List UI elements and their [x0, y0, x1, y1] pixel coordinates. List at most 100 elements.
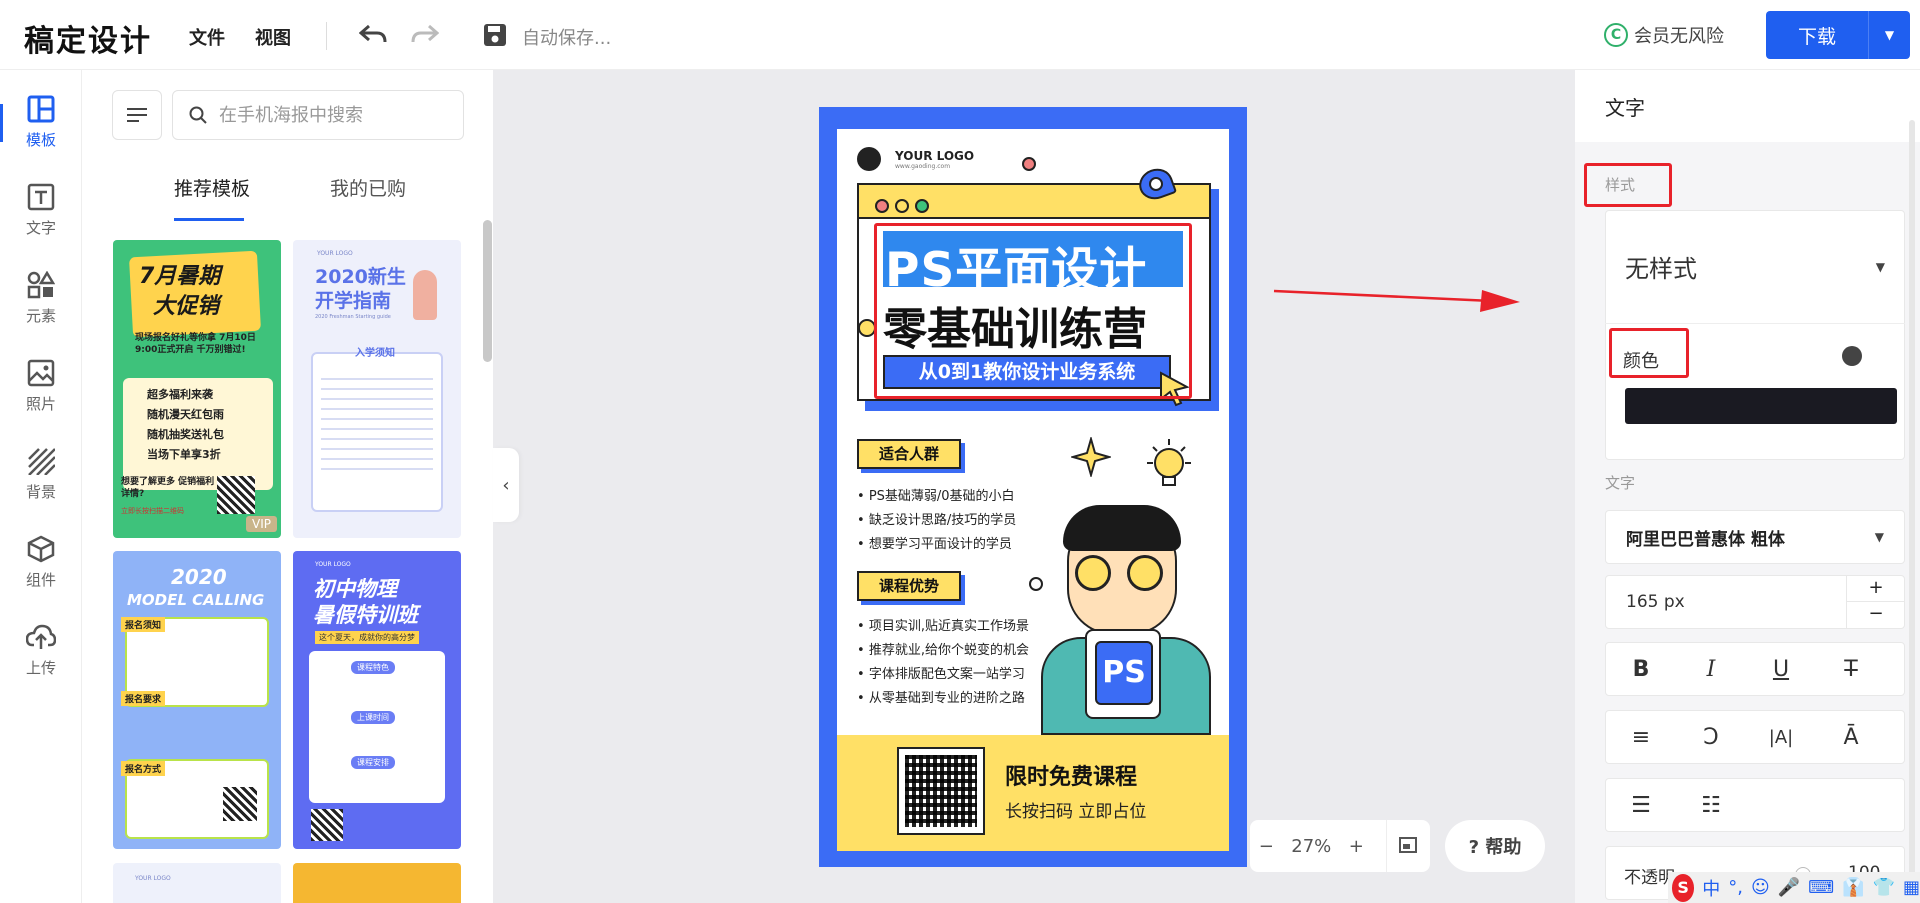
template-icon [27, 95, 55, 122]
list-item: • 缺乏设计思路/技巧的学员 [857, 513, 1017, 528]
font-size-field[interactable]: 165 px + − [1605, 575, 1905, 629]
tab-recommended[interactable]: 推荐模板 [174, 174, 250, 201]
download-button[interactable]: 下载 ▼ [1766, 11, 1910, 59]
nav-template[interactable]: 模板 [0, 86, 82, 158]
thumb-cta2: 立即长按扫描二维码 [121, 507, 184, 515]
bold-button[interactable]: B [1606, 657, 1676, 682]
line-height-icon[interactable]: Ↄ [1676, 725, 1746, 750]
template-thumb-physics-class[interactable]: YOUR LOGO 初中物理 暑假特训班 这个夏天，成就你的高分梦 课程特色 上… [293, 551, 461, 849]
vip-label: 会员无风险 [1634, 26, 1724, 47]
grid-icon[interactable]: ▦ [1903, 877, 1920, 898]
poster[interactable]: YOUR LOGO www.gaoding.com PS平面设计 零基础训练营 … [819, 107, 1247, 867]
nav-text[interactable]: 文字 [0, 174, 82, 246]
numbered-list-icon[interactable]: ☷ [1676, 793, 1746, 818]
template-scrollbar[interactable] [483, 220, 492, 362]
app-logo[interactable]: 稿定设计 [24, 16, 152, 60]
text-icon [27, 183, 55, 210]
size-decrease-button[interactable]: − [1846, 602, 1905, 628]
thumb-sec: 课程安排 [351, 756, 395, 769]
chevron-down-icon: ▼ [1874, 530, 1884, 544]
zoom-in-button[interactable]: + [1349, 836, 1364, 857]
strikethrough-button[interactable]: T [1816, 657, 1886, 682]
template-thumb-6[interactable] [293, 863, 461, 903]
qr-code [905, 755, 977, 827]
menu-file[interactable]: 文件 [189, 24, 225, 50]
nav-label: 背景 [25, 482, 56, 501]
suitable-list[interactable]: • PS基础薄弱/0基础的小白 • 缺乏设计思路/技巧的学员 • 想要学习平面设… [857, 485, 1016, 557]
nav-upload[interactable]: 上传 [0, 614, 82, 686]
deco-eye [1149, 177, 1163, 191]
font-select[interactable]: 阿里巴巴普惠体 粗体 ▼ [1605, 510, 1905, 564]
collapse-panel-button[interactable]: ‹ [493, 448, 519, 522]
top-bar: 稿定设计 文件 视图 自动保存... C 会员无风险 下载 ▼ [0, 0, 1920, 70]
style-select[interactable]: 无样式 ▼ [1605, 210, 1905, 324]
save-icon[interactable] [480, 20, 510, 50]
template-panel: 推荐模板 我的已购 7月暑期 大促销 现场报名好礼等你拿 7月10日9:00正式… [82, 70, 493, 903]
nav-component[interactable]: 组件 [0, 526, 82, 598]
text-align-toolbar: ≡ Ↄ |A| Ā [1605, 710, 1905, 764]
fit-screen-button[interactable] [1386, 820, 1430, 872]
template-thumb-model-calling[interactable]: 2020 MODEL CALLING 报名须知 报名要求 报名方式 [113, 551, 281, 849]
tab-purchased[interactable]: 我的已购 [330, 174, 406, 201]
text-layout-icon[interactable]: Ā [1816, 725, 1886, 750]
search-input[interactable] [219, 104, 449, 126]
zoom-out-button[interactable]: − [1259, 836, 1274, 857]
menu-icon [127, 108, 147, 122]
poster-qr[interactable] [897, 747, 985, 835]
poster-footer [837, 735, 1229, 851]
ime-punct[interactable]: °, [1728, 877, 1743, 898]
panel-title: 文字 [1575, 70, 1920, 142]
autosave-status: 自动保存... [522, 28, 612, 49]
thumb-title: 2020新生 [315, 266, 406, 288]
template-thumb-5[interactable]: YOUR LOGO [113, 863, 281, 903]
text-label: 文字 [1605, 474, 1636, 492]
character-glasses [1127, 555, 1163, 591]
ime-mode[interactable]: 中 [1702, 875, 1720, 901]
thumb-label: 报名须知 [121, 617, 166, 632]
letter-spacing-icon[interactable]: |A| [1746, 727, 1816, 748]
palette-icon[interactable] [1842, 346, 1862, 366]
section-advantage[interactable]: 课程优势 [857, 571, 961, 601]
list-item: • 从零基础到专业的进阶之路 [857, 691, 1025, 706]
vip-guarantee[interactable]: C 会员无风险 [1604, 22, 1724, 48]
section-suitable[interactable]: 适合人群 [857, 439, 961, 469]
zoom-level: 27% [1291, 835, 1332, 857]
keyboard-icon[interactable]: ⌨ [1808, 877, 1834, 898]
filter-menu-button[interactable] [112, 90, 162, 140]
nav-label: 照片 [25, 394, 56, 413]
skin-icon[interactable]: 👔 [1842, 877, 1864, 898]
nav-photo[interactable]: 照片 [0, 350, 82, 422]
redo-icon[interactable] [408, 20, 442, 50]
thumb-title: 2020 [171, 565, 227, 589]
template-thumb-summer-sale[interactable]: 7月暑期 大促销 现场报名好礼等你拿 7月10日9:00正式开启 千万别错过! … [113, 240, 281, 538]
color-swatch[interactable] [1625, 388, 1897, 424]
align-center-icon[interactable]: ≡ [1606, 725, 1676, 750]
bullet-list-icon[interactable]: ☰ [1606, 793, 1676, 818]
poster-free-course[interactable]: 限时免费课程 [1005, 759, 1137, 791]
character-glasses [1075, 555, 1111, 591]
poster-scan-tip[interactable]: 长按扫码 立即占位 [1005, 797, 1146, 822]
menu-view[interactable]: 视图 [255, 24, 291, 50]
size-increase-button[interactable]: + [1846, 576, 1905, 602]
list-toolbar: ☰ ☷ [1605, 778, 1905, 832]
thumb-label: 报名要求 [121, 691, 166, 706]
undo-icon[interactable] [356, 20, 390, 50]
ime-logo-icon[interactable]: S [1672, 873, 1695, 902]
arrow-annotation [1273, 289, 1520, 312]
qr-code [217, 476, 255, 514]
emoji-icon[interactable]: ☺ [1751, 877, 1770, 898]
mic-icon[interactable]: 🎤 [1778, 877, 1800, 898]
thumb-title: 开学指南 [315, 290, 392, 312]
underline-button[interactable]: U [1746, 657, 1816, 682]
shirt-icon[interactable]: 👕 [1873, 877, 1895, 898]
italic-button[interactable]: I [1676, 657, 1746, 682]
chevron-down-icon[interactable]: ▼ [1868, 11, 1910, 59]
template-thumb-freshman-guide[interactable]: YOUR LOGO 2020新生 开学指南 2020 Freshman Star… [293, 240, 461, 538]
panel-scrollbar[interactable] [1909, 120, 1915, 900]
advantage-list[interactable]: • 项目实训,贴近真实工作场景 • 推荐就业,给你个蜕变的机会 • 字体排版配色… [857, 615, 1029, 711]
thumb-item: 超多福利来袭 [147, 388, 213, 401]
help-button[interactable]: ? 帮助 [1445, 820, 1545, 872]
nav-label: 模板 [25, 130, 56, 149]
nav-elements[interactable]: 元素 [0, 262, 82, 334]
nav-background[interactable]: 背景 [0, 438, 82, 510]
